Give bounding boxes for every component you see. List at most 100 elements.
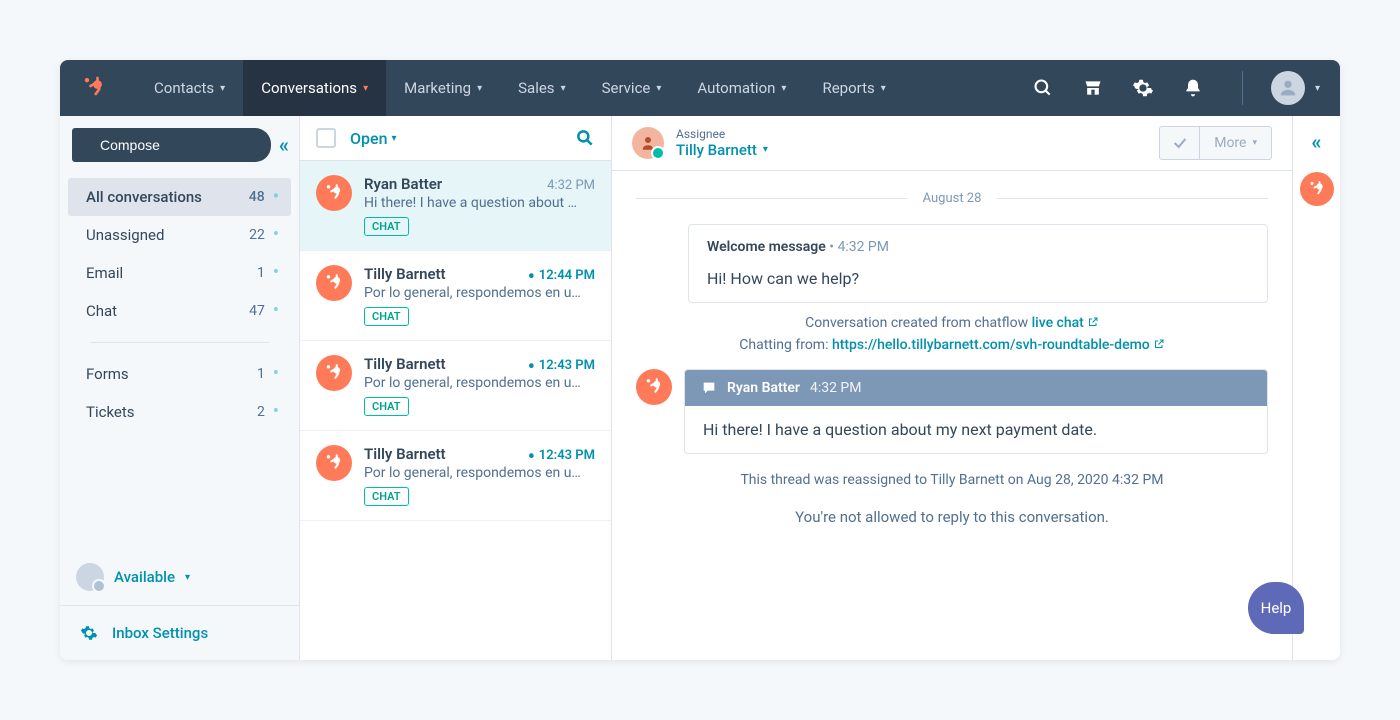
collapse-sidebar-icon[interactable]: « xyxy=(279,133,289,157)
message-sender: Ryan Batter xyxy=(727,380,800,396)
folder-forms[interactable]: Forms1• xyxy=(60,355,299,393)
origin-link[interactable]: https://hello.tillybarnett.com/svh-round… xyxy=(832,337,1165,353)
thread-item[interactable]: Tilly Barnett•12:43 PM Por lo general, r… xyxy=(300,341,611,431)
caret-down-icon: ▾ xyxy=(881,83,886,94)
thread-name: Tilly Barnett xyxy=(364,355,446,373)
nav-item-automation[interactable]: Automation▾ xyxy=(679,60,804,116)
sender-avatar-icon xyxy=(636,369,672,405)
conversation-body: August 28 Welcome message • 4:32 PM Hi! … xyxy=(612,171,1292,660)
assignee-dropdown[interactable]: Tilly Barnett ▾ xyxy=(676,141,768,159)
caret-down-icon: ▾ xyxy=(561,83,566,94)
welcome-title: Welcome message xyxy=(707,239,826,255)
date-separator: August 28 xyxy=(636,191,1268,206)
select-all-checkbox[interactable] xyxy=(316,128,336,148)
folder-label: Forms xyxy=(86,365,129,383)
nav-item-contacts[interactable]: Contacts▾ xyxy=(136,60,243,116)
caret-down-icon: ▾ xyxy=(1252,138,1257,148)
hubspot-rail-icon[interactable] xyxy=(1300,172,1334,206)
thread-time: 4:32 PM xyxy=(547,178,595,193)
chat-tag: CHAT xyxy=(364,307,409,326)
nav-item-service[interactable]: Service▾ xyxy=(584,60,680,116)
chatflow-source: Conversation created from chatflow live … xyxy=(636,315,1268,331)
thread-preview: Hi there! I have a question about … xyxy=(364,195,595,211)
thread-time: •12:44 PM xyxy=(528,268,595,283)
folder-count: 48 xyxy=(249,189,265,205)
thread-name: Tilly Barnett xyxy=(364,445,446,463)
notifications-icon[interactable] xyxy=(1182,77,1204,99)
inbox-settings-link[interactable]: Inbox Settings xyxy=(60,605,299,660)
chatflow-link[interactable]: live chat xyxy=(1032,315,1099,331)
thread-time: •12:43 PM xyxy=(528,448,595,463)
external-link-icon xyxy=(1087,316,1099,328)
thread-time: •12:43 PM xyxy=(528,358,595,373)
chat-tag: CHAT xyxy=(364,487,409,506)
nav-item-sales[interactable]: Sales▾ xyxy=(500,60,583,116)
thread-item[interactable]: Tilly Barnett •12:44 PM Por lo general, r… xyxy=(300,251,611,341)
thread-avatar-icon xyxy=(316,355,352,391)
caret-down-icon: ▾ xyxy=(656,83,661,94)
user-presence-avatar-icon xyxy=(76,563,104,591)
caret-down-icon: ▾ xyxy=(1315,83,1320,94)
assignee-name: Tilly Barnett xyxy=(676,141,757,159)
folder-count: 47 xyxy=(249,303,265,319)
folder-label: All conversations xyxy=(86,188,202,206)
folder-chat[interactable]: Chat47• xyxy=(60,292,299,330)
folder-email[interactable]: Email 1 • xyxy=(60,254,299,292)
search-threads-icon[interactable] xyxy=(575,128,595,148)
folder-unassigned[interactable]: Unassigned22• xyxy=(60,216,299,254)
thread-item[interactable]: Tilly Barnett•12:43 PM Por lo general, r… xyxy=(300,431,611,521)
caret-down-icon: ▾ xyxy=(185,572,190,583)
more-label: More xyxy=(1214,135,1246,151)
caret-down-icon: ▾ xyxy=(363,83,368,94)
unread-dot-icon: • xyxy=(273,269,279,277)
folder-label: Tickets xyxy=(86,403,135,421)
caret-down-icon: ▾ xyxy=(763,144,768,156)
external-link-icon xyxy=(1153,338,1165,350)
status-filter-dropdown[interactable]: Open ▾ xyxy=(350,129,397,148)
unread-dot-icon: • xyxy=(273,193,279,201)
reassignment-notice: This thread was reassigned to Tilly Barn… xyxy=(636,472,1268,488)
message-bubble: Ryan Batter 4:32 PM Hi there! I have a q… xyxy=(684,369,1268,454)
help-button[interactable]: Help xyxy=(1248,582,1304,634)
folder-count: 1 xyxy=(257,265,265,281)
chat-tag: CHAT xyxy=(364,217,409,236)
status-filter-label: Open xyxy=(350,129,388,148)
compose-button[interactable]: Compose xyxy=(72,128,271,162)
unread-dot-icon: • xyxy=(273,231,279,239)
caret-down-icon: ▾ xyxy=(220,83,225,94)
sidebar: Compose « All conversations48•Unassigned… xyxy=(60,116,300,660)
marketplace-icon[interactable] xyxy=(1082,77,1104,99)
date-label: August 28 xyxy=(923,191,982,206)
nav-item-reports[interactable]: Reports▾ xyxy=(804,60,903,116)
conversation-header: Assignee Tilly Barnett ▾ More ▾ xyxy=(612,116,1292,171)
availability-toggle[interactable]: Available ▾ xyxy=(60,549,299,605)
caret-down-icon: ▾ xyxy=(392,133,397,144)
folder-label: Chat xyxy=(86,302,117,320)
chat-origin: Chatting from: https://hello.tillybarnet… xyxy=(636,337,1268,353)
chat-tag: CHAT xyxy=(364,397,409,416)
right-rail: « xyxy=(1292,116,1340,660)
mark-done-button[interactable] xyxy=(1160,127,1200,159)
folder-label: Unassigned xyxy=(86,226,164,244)
settings-icon[interactable] xyxy=(1132,77,1154,99)
search-icon[interactable] xyxy=(1032,77,1054,99)
nav-right: ▾ xyxy=(1032,71,1320,105)
unread-dot-icon: • xyxy=(273,408,279,416)
more-actions-button[interactable]: More ▾ xyxy=(1200,127,1271,159)
folder-label: Email xyxy=(86,264,123,282)
folder-tickets[interactable]: Tickets2• xyxy=(60,393,299,431)
folder-all-conversations[interactable]: All conversations 48 • xyxy=(68,178,291,216)
nav-item-conversations[interactable]: Conversations▾ xyxy=(243,60,386,116)
thread-name: Ryan Batter xyxy=(364,175,442,193)
thread-avatar-icon xyxy=(316,445,352,481)
thread-name: Tilly Barnett xyxy=(364,265,446,283)
folder-count: 1 xyxy=(257,366,265,382)
message-row: Ryan Batter 4:32 PM Hi there! I have a q… xyxy=(636,369,1268,454)
nav-item-marketing[interactable]: Marketing▾ xyxy=(386,60,500,116)
thread-preview: Por lo general, respondemos en u… xyxy=(364,285,595,301)
user-avatar-icon xyxy=(1271,71,1305,105)
account-menu[interactable]: ▾ xyxy=(1242,71,1320,105)
thread-item[interactable]: Ryan Batter 4:32 PM Hi there! I have a qu… xyxy=(300,161,611,251)
collapse-rail-icon[interactable]: « xyxy=(1312,130,1322,154)
thread-avatar-icon xyxy=(316,265,352,301)
